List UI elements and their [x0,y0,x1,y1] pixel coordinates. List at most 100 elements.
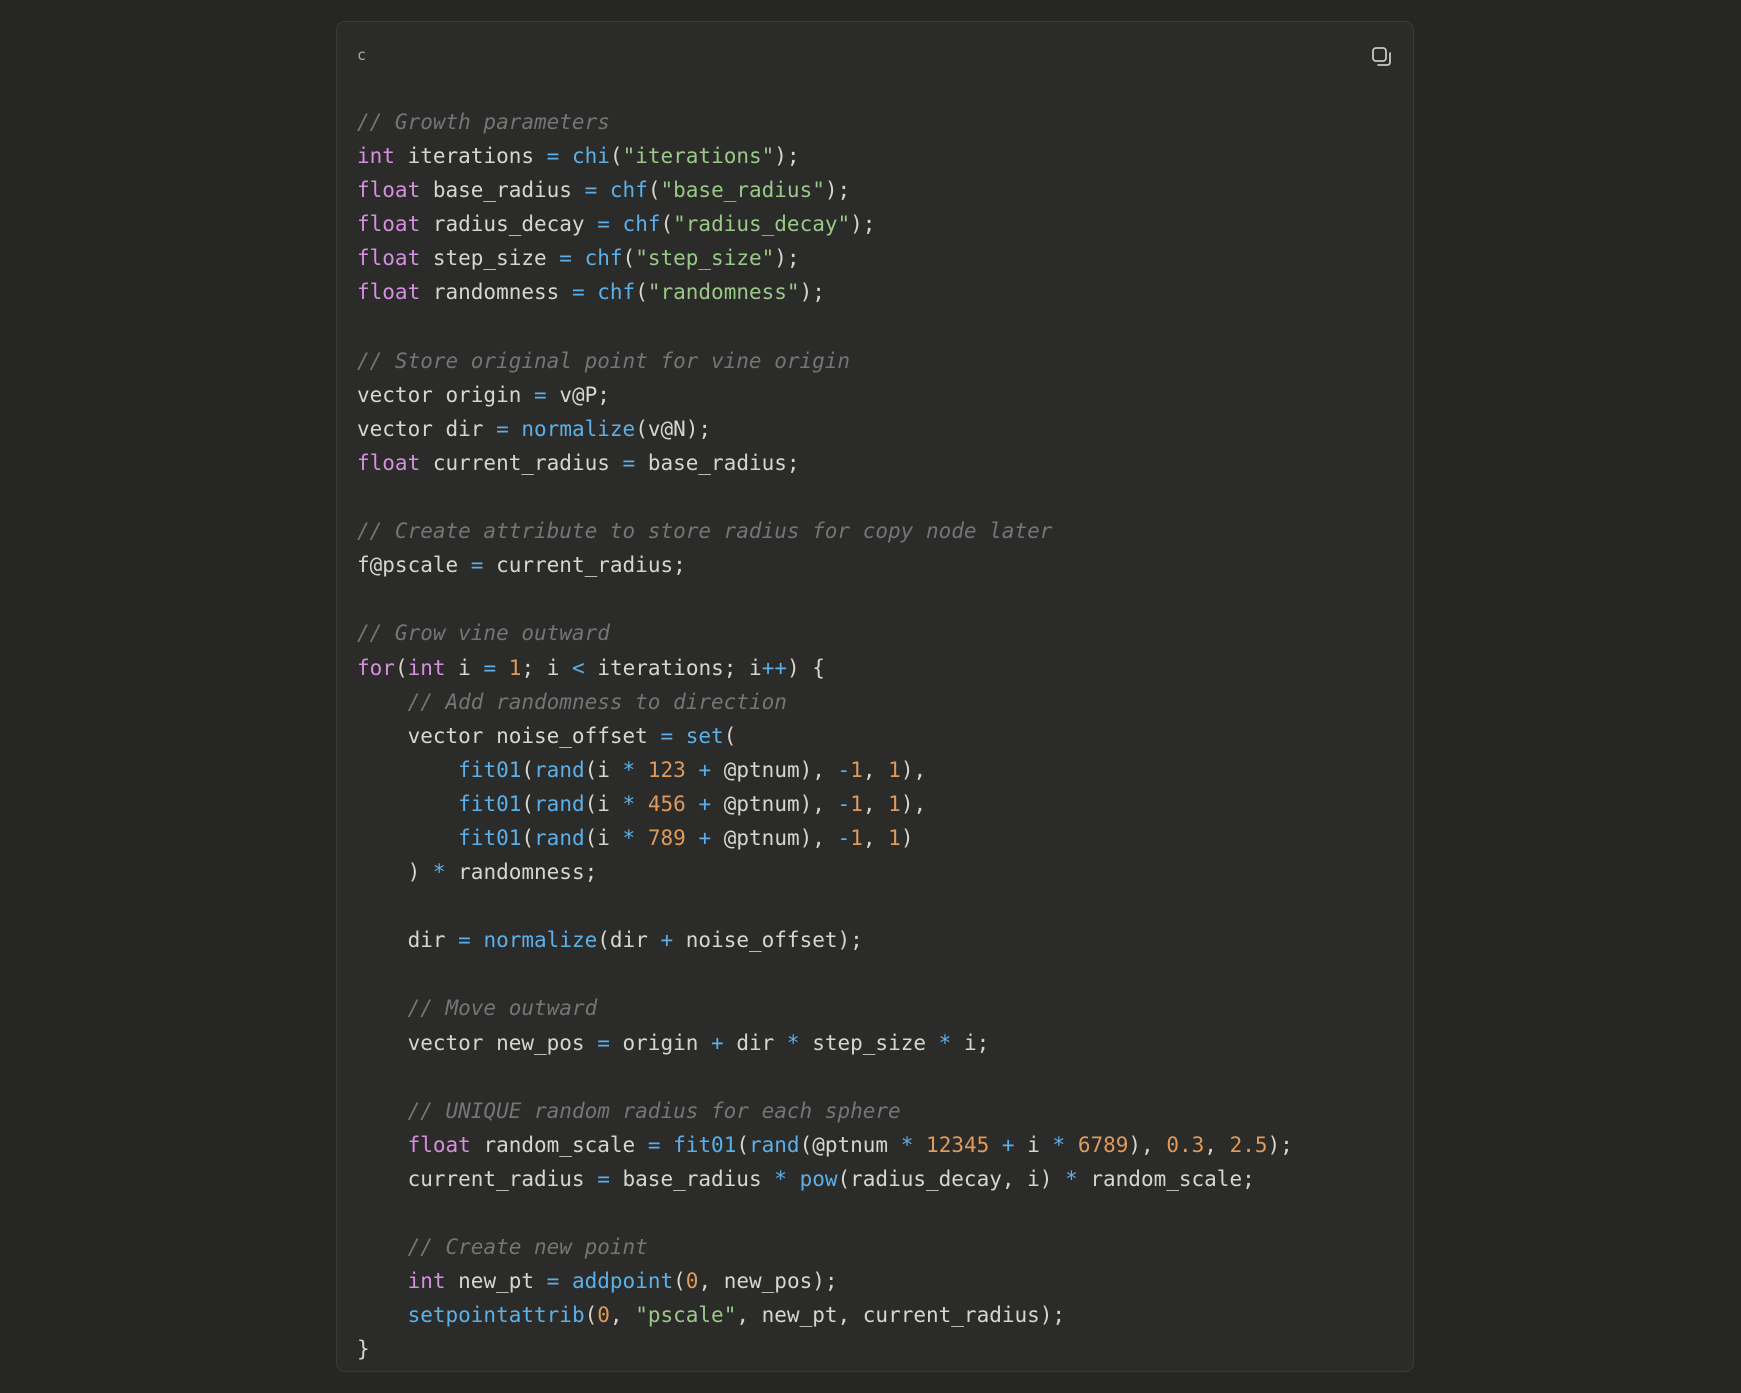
code-token: // UNIQUE random radius for each sphere [407,1098,901,1123]
code-token: ( [609,144,623,169]
code-line: fit01(rand(i * 123 + @ptnum), -1, 1), [357,753,1293,787]
code-token: current_radius [357,1166,598,1191]
code-token: normalize [483,928,598,953]
code-token: , [862,825,889,850]
code-token: = [622,450,636,475]
code-token: + [698,791,712,816]
code-token: chf [609,178,648,203]
code-token: chf [597,280,636,305]
code-token: rand [749,1132,800,1157]
code-token: = [470,553,484,578]
code-line: float current_radius = base_radius; [357,446,1293,480]
code-token: 0 [685,1269,699,1294]
code-token: - [837,757,851,782]
code-token: } [357,1337,370,1362]
code-token: "randomness" [647,280,800,305]
code-token: randomness [420,280,572,305]
code-line: ) * randomness; [357,855,1293,889]
code-token: float [407,1132,471,1157]
code-token: , [609,1303,636,1328]
code-token: vector new_pos [357,1030,598,1055]
code-line: // Growth parameters [357,105,1293,139]
code-token: origin [609,1030,712,1055]
code-line: float random_scale = fit01(rand(@ptnum *… [357,1128,1293,1162]
code-token: ( [584,1303,598,1328]
code-token: "radius_decay" [673,212,851,237]
code-token: i [1014,1132,1053,1157]
code-line: vector noise_offset = set( [357,719,1293,753]
code-token: 2.5 [1229,1132,1268,1157]
code-token: pow [799,1166,838,1191]
code-token: ) [900,825,914,850]
code-token: + [1001,1132,1015,1157]
code-token: vector dir [357,416,497,441]
code-token: fit01 [458,791,522,816]
code-token: noise_offset); [673,928,863,953]
code-token: ( [647,178,661,203]
code-token: @ptnum), [711,791,838,816]
code-token: iterations [394,144,547,169]
code-token: = [546,144,560,169]
code-token: int [407,655,446,680]
code-token: ) [357,860,433,885]
code-token: dir [357,928,459,953]
code-token: ( [736,1132,749,1157]
code-token: * [900,1132,914,1157]
copy-icon [1372,47,1391,66]
code-token: = [571,280,585,305]
code-token: ( [673,1269,686,1294]
code-token: 1 [850,825,863,850]
code-token: 1 [850,791,863,816]
copy-button[interactable] [1367,42,1397,72]
code-block: c // Growth parameters int iterations = c… [336,21,1414,1372]
code-token: , [1204,1132,1230,1157]
code-token: random_scale; [1077,1166,1255,1191]
code-line: current_radius = base_radius * pow(radiu… [357,1162,1293,1196]
code-token: vector noise_offset [357,723,661,748]
code-token: v@P; [546,382,610,407]
code-token: base_radius [420,178,585,203]
code-token: new_pt [445,1269,547,1294]
code-token: iterations; i [584,655,762,680]
code-token: vector origin [357,382,535,407]
code-content: // Growth parameters int iterations = chi… [357,105,1293,1366]
code-token: @ptnum), [711,825,838,850]
code-line: vector origin = v@P; [357,378,1293,412]
code-token: float [357,280,421,305]
code-token: * [622,757,636,782]
code-line: // Add randomness to direction [357,685,1293,719]
code-token: base_radius [609,1166,775,1191]
code-token: ( [723,723,737,748]
code-line: float radius_decay = chf("radius_decay")… [357,207,1293,241]
code-token: = [597,1030,610,1055]
code-token: current_radius; [483,553,686,578]
code-token: dir [723,1030,787,1055]
code-token: ); [824,178,851,203]
code-token: chf [584,246,623,271]
code-token: "pscale" [635,1303,737,1328]
code-line: vector new_pos = origin + dir * step_siz… [357,1026,1293,1060]
code-token: 6789 [1077,1132,1129,1157]
code-token: ); [799,280,825,305]
code-token: i [445,655,484,680]
code-token: 789 [647,825,686,850]
code-token: // Create attribute to store radius for … [357,519,1053,544]
code-token: ), [900,757,927,782]
code-token: ), [900,791,927,816]
code-token: 1 [850,757,863,782]
code-token: 123 [647,757,686,782]
code-token: ); [774,144,800,169]
code-line: vector dir = normalize(v@N); [357,412,1293,446]
